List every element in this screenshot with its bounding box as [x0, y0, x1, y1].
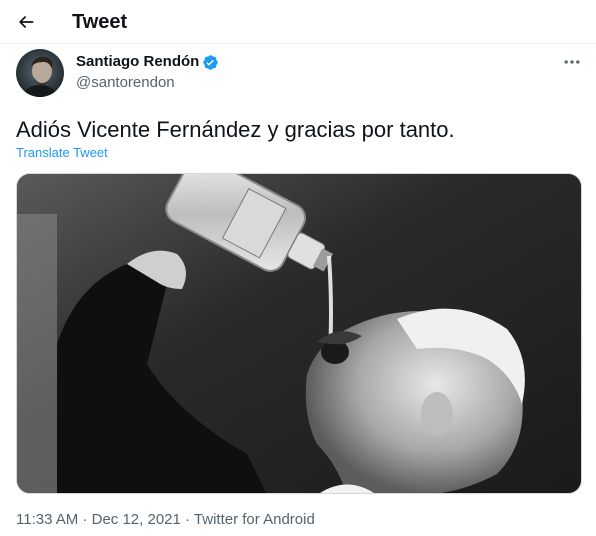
- more-options-button[interactable]: [556, 50, 588, 74]
- arrow-left-icon: [19, 16, 34, 28]
- translate-tweet-link[interactable]: Translate Tweet: [16, 145, 108, 161]
- avatar[interactable]: [16, 49, 64, 97]
- tweet-meta: 11:33 AM · Dec 12, 2021 · Twitter for An…: [16, 510, 315, 530]
- author-name[interactable]: Santiago Rendón: [76, 52, 199, 72]
- top-header: Tweet: [0, 0, 596, 44]
- tweet-date[interactable]: Dec 12, 2021: [92, 511, 181, 528]
- meta-separator: ·: [78, 511, 92, 528]
- page-title: Tweet: [72, 11, 128, 33]
- meta-separator: ·: [180, 511, 194, 528]
- author-handle[interactable]: @santorendon: [76, 73, 175, 93]
- back-button[interactable]: [10, 6, 42, 38]
- photo-image: [17, 174, 581, 493]
- tweet-source[interactable]: Twitter for Android: [194, 511, 315, 528]
- tweet-photo[interactable]: [16, 173, 582, 494]
- author-name-row: Santiago Rendón: [76, 52, 219, 72]
- more-horizontal-icon: [564, 60, 580, 64]
- tweet-time[interactable]: 11:33 AM: [16, 511, 78, 528]
- verified-badge-icon: [203, 54, 219, 70]
- tweet-text: Adiós Vicente Fernández y gracias por ta…: [16, 117, 455, 142]
- avatar-image: [16, 49, 64, 97]
